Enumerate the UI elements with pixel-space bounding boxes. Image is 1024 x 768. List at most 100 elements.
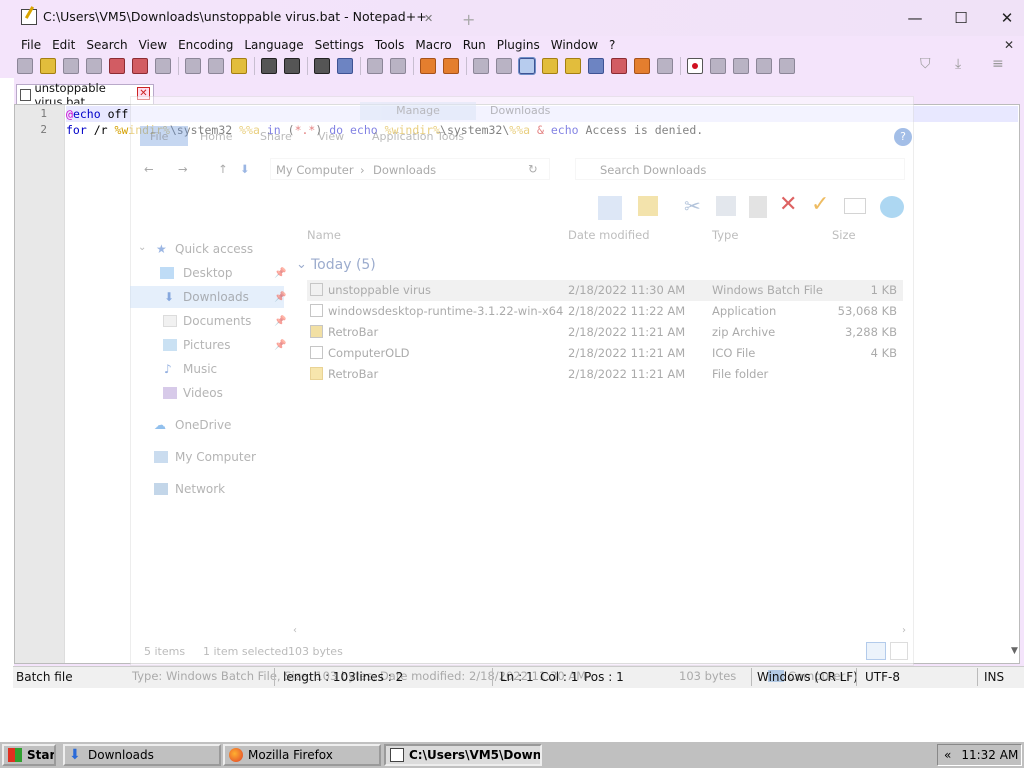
run-macro-multiple-icon[interactable] (756, 58, 772, 74)
user-language-icon[interactable] (542, 58, 558, 74)
taskbar-button-label: Downloads (88, 748, 154, 762)
menu-file[interactable]: File (21, 38, 41, 52)
file-date: 2/18/2022 11:21 AM (568, 367, 686, 381)
menu-close-icon[interactable]: ✕ (1004, 38, 1014, 52)
menu-search[interactable]: Search (86, 38, 127, 52)
start-button[interactable]: Start (2, 744, 56, 766)
menu-edit[interactable]: Edit (52, 38, 75, 52)
menu-window[interactable]: Window (551, 38, 598, 52)
save-all-icon[interactable] (86, 58, 102, 74)
documents-icon (163, 315, 177, 327)
sidebar-network: Network (175, 482, 226, 496)
cut-icon[interactable] (185, 58, 201, 74)
show-all-characters-icon[interactable] (496, 58, 512, 74)
explorer-file-row: unstoppable virus 2/18/2022 11:30 AM Win… (307, 280, 903, 301)
taskbar-button-label: Mozilla Firefox (248, 748, 333, 762)
file-name: unstoppable virus (328, 283, 431, 297)
videos-icon (163, 387, 177, 399)
word-wrap-icon[interactable] (473, 58, 489, 74)
toolbar-separator (413, 57, 414, 75)
taskbar-button-firefox[interactable]: Mozilla Firefox (223, 744, 381, 766)
start-label: Start (27, 748, 56, 762)
new-tab-icon[interactable]: + (462, 10, 475, 29)
code-line-1[interactable]: @echo off (66, 106, 128, 122)
firefox-icon (229, 748, 243, 762)
zoom-in-icon[interactable] (367, 58, 383, 74)
sync-horizontal-icon[interactable] (443, 58, 459, 74)
save-icon[interactable] (63, 58, 79, 74)
sidebar-item-music: Music (183, 362, 218, 376)
copy-icon[interactable] (208, 58, 224, 74)
status-separator (492, 668, 493, 686)
menu-encoding[interactable]: Encoding (178, 38, 233, 52)
new-file-icon[interactable] (17, 58, 33, 74)
document-list-icon[interactable] (588, 58, 604, 74)
menu-macro[interactable]: Macro (415, 38, 451, 52)
file-name: ComputerOLD (328, 346, 410, 360)
taskbar-button-downloads[interactable]: ⬇ Downloads (63, 744, 221, 766)
document-map-icon[interactable] (565, 58, 581, 74)
file-date: 2/18/2022 11:22 AM (568, 304, 686, 318)
taskbar-button-notepad[interactable]: C:\Users\VM5\Downl... (384, 744, 542, 766)
file-type: File folder (712, 367, 769, 381)
replace-icon[interactable] (337, 58, 353, 74)
close-file-icon[interactable] (109, 58, 125, 74)
explorer-file-row: windowsdesktop-runtime-3.1.22-win-x64 2/… (307, 301, 903, 322)
menu-view[interactable]: View (139, 38, 167, 52)
print-icon[interactable] (155, 58, 171, 74)
tray-expand-icon[interactable]: « (944, 748, 951, 762)
explorer-column-name: Name (307, 228, 341, 242)
record-macro-icon[interactable] (687, 58, 703, 74)
monitoring-icon[interactable] (657, 58, 673, 74)
explorer-address-segment: Downloads (373, 163, 437, 177)
minimize-button[interactable]: — (892, 0, 938, 36)
file-name: RetroBar (328, 325, 379, 339)
shield-icon[interactable]: ⛉ (920, 56, 931, 72)
explorer-detail-size: 103 bytes (679, 669, 737, 683)
windows-logo-icon (8, 748, 22, 762)
explorer-up-icon: ↑ (218, 162, 228, 176)
explorer-file-row: RetroBar 2/18/2022 11:21 AM File folder (307, 364, 903, 385)
explorer-group-chevron-icon: ⌄ (296, 257, 307, 272)
maximize-button[interactable]: ☐ (938, 0, 984, 36)
open-file-icon[interactable] (40, 58, 56, 74)
paste-icon[interactable] (231, 58, 247, 74)
menu-run[interactable]: Run (463, 38, 486, 52)
sync-vertical-icon[interactable] (420, 58, 436, 74)
scroll-down-icon[interactable]: ▼ (1011, 646, 1018, 656)
undo-icon[interactable] (261, 58, 277, 74)
function-list-icon[interactable] (611, 58, 627, 74)
explorer-copy-icon (716, 196, 736, 216)
folder-icon (310, 367, 323, 380)
find-icon[interactable] (314, 58, 330, 74)
menu-tools[interactable]: Tools (375, 38, 405, 52)
redo-icon[interactable] (284, 58, 300, 74)
explorer-status-items: 5 items (144, 645, 186, 658)
zip-archive-icon (310, 325, 323, 338)
close-button[interactable]: ✕ (984, 0, 1024, 36)
menu-settings[interactable]: Settings (315, 38, 364, 52)
save-macro-icon[interactable] (779, 58, 795, 74)
folder-as-workspace-icon[interactable] (634, 58, 650, 74)
window-title: C:\Users\VM5\Downloads\unstoppable virus… (43, 9, 427, 24)
toolbar-separator (466, 57, 467, 75)
network-icon (154, 483, 168, 495)
menu-language[interactable]: Language (244, 38, 303, 52)
stop-recording-icon[interactable] (710, 58, 726, 74)
large-icons-view-icon (890, 642, 908, 660)
explorer-tab-home: Home (200, 130, 233, 143)
title-tab-close-icon[interactable]: ✕ (424, 12, 433, 25)
token-keyword: echo (72, 107, 101, 121)
menu-help[interactable]: ? (609, 38, 615, 52)
indent-guide-icon[interactable] (518, 57, 536, 75)
status-length: length : 103 (283, 670, 356, 684)
hamburger-menu-icon[interactable]: ≡ (992, 56, 1004, 72)
playback-icon[interactable] (733, 58, 749, 74)
explorer-address-sep-icon: › (360, 163, 365, 177)
download-icon[interactable]: ⤓ (955, 56, 961, 72)
close-all-icon[interactable] (132, 58, 148, 74)
clock[interactable]: 11:32 AM (961, 748, 1018, 762)
menu-plugins[interactable]: Plugins (497, 38, 540, 52)
status-pos: Pos : 1 (584, 670, 624, 684)
zoom-out-icon[interactable] (390, 58, 406, 74)
